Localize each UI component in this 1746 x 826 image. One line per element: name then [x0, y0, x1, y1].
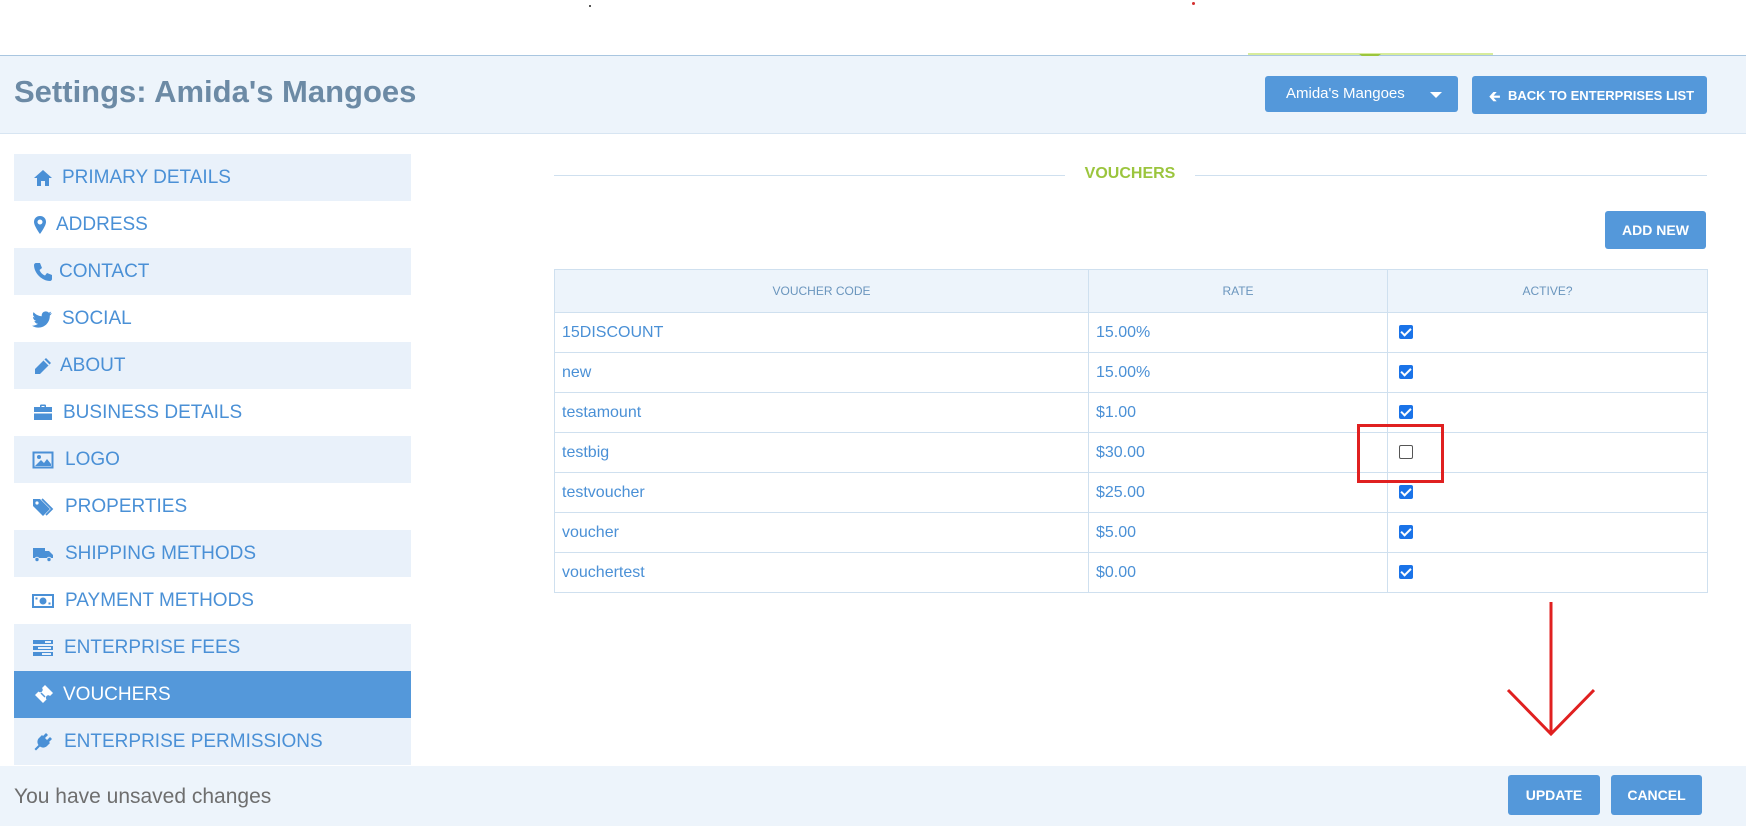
table-row: testbig $30.00 [554, 432, 1708, 473]
table-row: new 15.00% [554, 352, 1708, 393]
sidebar-item-vouchers[interactable]: VOUCHERS [14, 671, 411, 718]
home-icon [34, 170, 52, 186]
active-checkbox[interactable] [1399, 485, 1413, 500]
sidebar-item-label: ABOUT [60, 355, 126, 376]
top-bar [0, 0, 1746, 56]
artifact-dot-red [1192, 2, 1195, 5]
sidebar-item-about[interactable]: ABOUT [14, 342, 411, 389]
voucher-code: vouchertest [554, 552, 1089, 593]
plug-icon [34, 733, 52, 751]
vouchers-table: VOUCHER CODE RATE ACTIVE? 15DISCOUNT 15.… [554, 269, 1708, 593]
twitter-icon [32, 311, 52, 328]
sidebar-item-address[interactable]: ADDRESS [14, 201, 411, 248]
sidebar-item-label: SHIPPING METHODS [65, 543, 257, 564]
table-row: voucher $5.00 [554, 512, 1708, 553]
table-row: 15DISCOUNT 15.00% [554, 312, 1708, 353]
voucher-rate: $0.00 [1088, 552, 1388, 593]
voucher-code: testvoucher [554, 472, 1089, 513]
sidebar-item-contact[interactable]: CONTACT [14, 248, 411, 295]
back-to-enterprises-button[interactable]: 🡰 BACK TO ENTERPRISES LIST [1472, 76, 1707, 114]
update-button[interactable]: UPDATE [1508, 775, 1600, 815]
cancel-button[interactable]: CANCEL [1611, 775, 1702, 815]
arrow-down-annotation-icon [1506, 602, 1595, 737]
section-divider-right [1195, 175, 1707, 176]
table-header-row: VOUCHER CODE RATE ACTIVE? [554, 269, 1708, 313]
truck-icon [33, 548, 53, 563]
pencil-icon [35, 358, 51, 374]
page-title: Settings: Amida's Mangoes [14, 74, 417, 109]
active-checkbox[interactable] [1399, 365, 1413, 380]
sidebar-item-label: CONTACT [59, 261, 150, 282]
briefcase-icon [34, 404, 52, 420]
column-header-voucher-code: VOUCHER CODE [554, 269, 1089, 313]
sidebar-item-business-details[interactable]: BUSINESS DETAILS [14, 389, 411, 436]
sidebar-item-enterprise-permissions[interactable]: ENTERPRISE PERMISSIONS [14, 718, 411, 765]
voucher-rate: $25.00 [1088, 472, 1388, 513]
sidebar-item-primary-details[interactable]: PRIMARY DETAILS [14, 154, 411, 201]
sidebar-item-label: ADDRESS [56, 214, 148, 235]
active-checkbox[interactable] [1399, 405, 1413, 420]
sidebar-item-enterprise-fees[interactable]: ENTERPRISE FEES [14, 624, 411, 671]
active-checkbox[interactable] [1399, 525, 1413, 540]
voucher-code: new [554, 352, 1089, 393]
column-header-rate: RATE [1088, 269, 1388, 313]
active-checkbox[interactable] [1399, 445, 1413, 460]
caret-down-icon [1430, 92, 1442, 98]
voucher-rate: $30.00 [1088, 432, 1388, 473]
voucher-code: 15DISCOUNT [554, 312, 1089, 353]
enterprise-select-value: Amida's Mangoes [1286, 85, 1405, 102]
image-icon [32, 451, 54, 469]
active-checkbox[interactable] [1399, 325, 1413, 340]
sidebar-item-properties[interactable]: PROPERTIES [14, 483, 411, 530]
sidebar-item-label: PAYMENT METHODS [65, 590, 254, 611]
voucher-rate: 15.00% [1088, 352, 1388, 393]
section-title: VOUCHERS [1084, 165, 1176, 182]
sidebar-item-logo[interactable]: LOGO [14, 436, 411, 483]
table-row: testamount $1.00 [554, 392, 1708, 433]
money-icon [32, 594, 54, 608]
phone-icon [34, 263, 52, 281]
sidebar-item-label: BUSINESS DETAILS [63, 402, 243, 423]
voucher-rate: $1.00 [1088, 392, 1388, 433]
settings-sidebar: PRIMARY DETAILS ADDRESS CONTACT SOCIAL A… [14, 154, 411, 766]
voucher-code: voucher [554, 512, 1089, 553]
voucher-code: testbig [554, 432, 1089, 473]
voucher-rate: 15.00% [1088, 312, 1388, 353]
sidebar-item-label: PROPERTIES [65, 496, 188, 517]
table-row: vouchertest $0.00 [554, 552, 1708, 593]
sidebar-item-label: ENTERPRISE PERMISSIONS [64, 731, 323, 752]
sidebar-item-label: ENTERPRISE FEES [64, 637, 241, 658]
active-checkbox[interactable] [1399, 565, 1413, 580]
add-new-voucher-button[interactable]: ADD NEW [1605, 211, 1706, 249]
unsaved-changes-text: You have unsaved changes [14, 785, 272, 808]
section-divider-left [554, 175, 1065, 176]
enterprise-select[interactable]: Amida's Mangoes [1265, 76, 1458, 112]
sidebar-item-label: LOGO [65, 449, 120, 470]
back-button-label: BACK TO ENTERPRISES LIST [1508, 88, 1695, 103]
map-marker-icon [34, 216, 46, 234]
sidebar-item-label: PRIMARY DETAILS [62, 167, 231, 188]
sidebar-item-label: SOCIAL [62, 308, 132, 329]
table-row: testvoucher $25.00 [554, 472, 1708, 513]
voucher-code: testamount [554, 392, 1089, 433]
sidebar-item-social[interactable]: SOCIAL [14, 295, 411, 342]
column-header-active: ACTIVE? [1387, 269, 1708, 313]
artifact-dot [589, 5, 591, 7]
tasks-icon [33, 640, 53, 656]
tags-icon [33, 498, 54, 516]
sidebar-item-shipping-methods[interactable]: SHIPPING METHODS [14, 530, 411, 577]
voucher-rate: $5.00 [1088, 512, 1388, 553]
sidebar-item-label: VOUCHERS [63, 684, 171, 705]
arrow-left-icon: 🡰 [1489, 88, 1501, 104]
sidebar-item-payment-methods[interactable]: PAYMENT METHODS [14, 577, 411, 624]
ticket-icon [35, 685, 53, 703]
